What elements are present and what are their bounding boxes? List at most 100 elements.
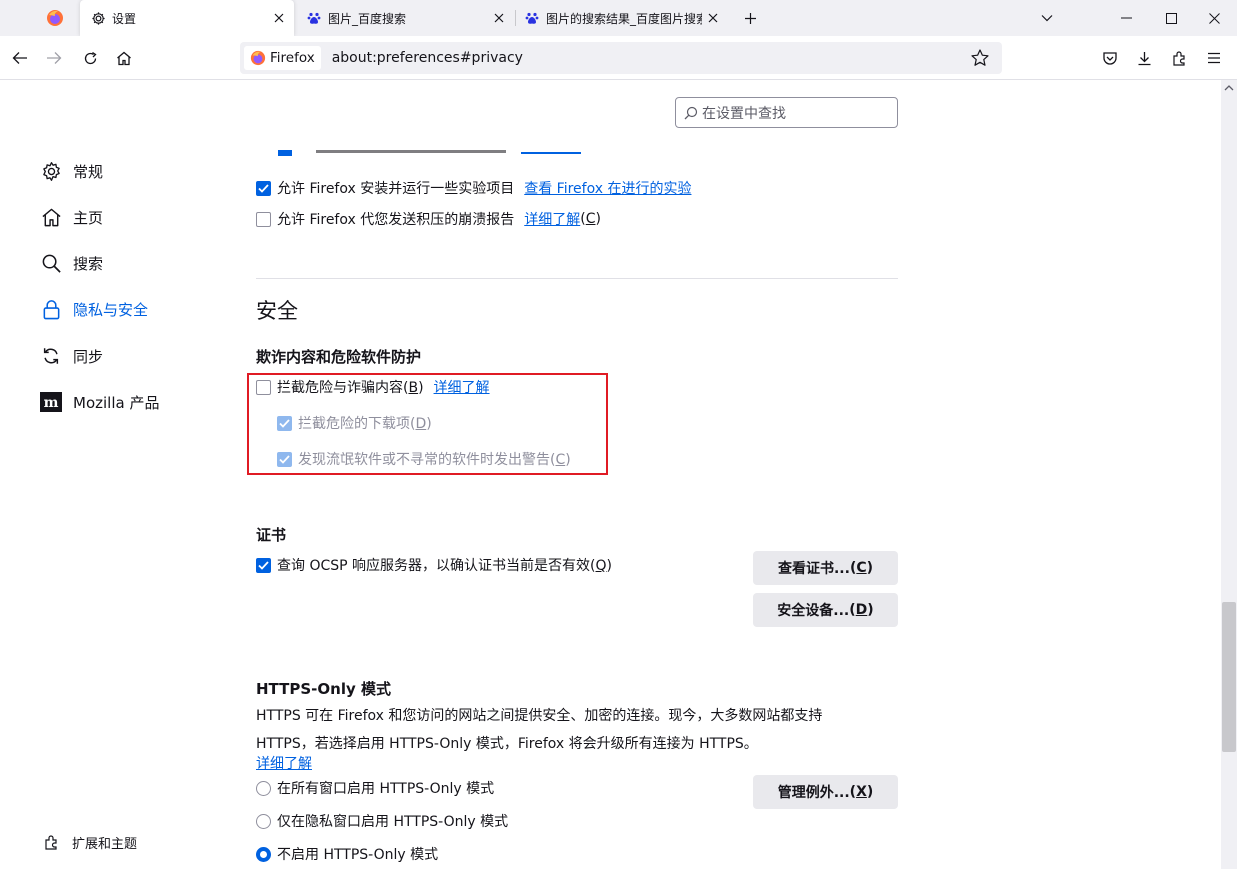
tab-settings[interactable]: 设置 [80,0,294,36]
url-text[interactable]: about:preferences#privacy [332,50,523,66]
extensions-themes-link[interactable]: 扩展和主题 [44,833,137,852]
plus-icon [744,12,756,24]
lock-icon [40,298,62,320]
category-home[interactable]: 主页 [40,202,103,232]
tab-title: 设置 [112,11,137,26]
https-disabled-label[interactable]: 不启用 HTTPS-Only 模式 [277,844,438,864]
search-icon [40,252,62,274]
navigation-toolbar: Firefox about:preferences#privacy [0,36,1237,80]
reload-icon [84,51,97,64]
arrow-right-icon [47,52,62,64]
button-label: 查看证书... [777,561,850,577]
view-certificates-button[interactable]: 查看证书...(C) [753,551,898,585]
category-mozilla-products[interactable]: m Mozilla 产品 [40,387,159,417]
close-icon[interactable] [488,7,510,29]
new-tab-button[interactable] [738,6,762,30]
chevron-down-icon [1041,15,1053,22]
identity-box[interactable]: Firefox [244,46,321,70]
scrolled-row-fragment [256,150,586,158]
studies-row: 允许 Firefox 安装并运行一些实验项目 查看 Firefox 在进行的实验 [256,179,691,197]
close-icon[interactable] [268,7,290,29]
ocsp-row: 查询 OCSP 响应服务器，以确认证书当前是否有效(Q) [256,556,612,574]
minimize-button[interactable] [1103,0,1149,36]
studies-label[interactable]: 允许 Firefox 安装并运行一些实验项目 [277,178,514,198]
arrow-left-icon [12,52,27,64]
home-button[interactable] [110,44,138,72]
back-button[interactable] [6,44,34,72]
firefox-view-button[interactable] [38,4,72,32]
downloads-button[interactable] [1130,44,1158,72]
https-only-learn-more-link[interactable]: 详细了解 [256,753,312,773]
svg-text:m: m [44,395,59,411]
view-studies-link[interactable]: 查看 Firefox 在进行的实验 [524,178,691,198]
close-icon [1208,12,1220,24]
firefox-logo-icon [47,10,63,26]
highlight-annotation-box [247,373,608,475]
crash-reports-learn-more-link[interactable]: 详细了解 [524,209,580,229]
ocsp-checkbox[interactable] [256,557,271,573]
hamburger-menu-icon [1208,52,1220,64]
https-only-description-line1: HTTPS 可在 Firefox 和您访问的网站之间提供安全、加密的连接。现今，… [256,708,823,724]
https-all-windows-label[interactable]: 在所有窗口启用 HTTPS-Only 模式 [277,778,494,798]
crash-reports-checkbox[interactable] [256,211,271,227]
close-window-button[interactable] [1191,0,1237,36]
scroll-up-arrow-icon[interactable] [1224,84,1234,91]
category-label: 同步 [73,347,104,366]
tab-baidu-images[interactable]: 图片的搜索结果_百度图片搜索 [514,0,728,36]
https-private-windows-label[interactable]: 仅在隐私窗口启用 HTTPS-Only 模式 [277,811,508,831]
studies-checkbox[interactable] [256,180,271,196]
https-disabled-row: 不启用 HTTPS-Only 模式 [256,845,438,863]
link-text: 详细了解 [524,212,581,228]
extensions-button[interactable] [1166,44,1194,72]
https-all-windows-row: 在所有窗口启用 HTTPS-Only 模式 [256,779,494,797]
category-label: 搜索 [73,254,104,273]
mozilla-icon: m [40,391,62,413]
tab-baidu-search[interactable]: 图片_百度搜索 [296,0,514,36]
button-label: 管理例外... [777,785,850,801]
https-only-heading: HTTPS-Only 模式 [256,680,391,698]
home-icon [40,206,62,228]
crash-reports-label[interactable]: 允许 Firefox 代您发送积压的崩溃报告 [277,209,514,229]
puzzle-icon [1173,51,1185,66]
security-devices-button[interactable]: 安全设备...(D) [753,593,898,627]
firefox-logo-icon [250,50,266,66]
list-all-tabs-button[interactable] [1024,0,1070,36]
baidu-paw-icon [524,10,540,26]
app-menu-button[interactable] [1200,44,1228,72]
accesskey: C [856,560,867,576]
https-private-windows-radio[interactable] [256,813,271,829]
https-disabled-radio[interactable] [256,846,271,862]
https-all-windows-radio[interactable] [256,780,271,796]
section-divider [256,278,898,279]
home-icon [117,51,131,65]
pocket-icon [1103,51,1117,65]
category-label: 主页 [73,208,104,227]
https-private-windows-row: 仅在隐私窗口启用 HTTPS-Only 模式 [256,812,508,830]
category-sync[interactable]: 同步 [40,341,103,371]
accesskey: X [856,784,867,800]
maximize-button[interactable] [1148,0,1194,36]
certificates-heading: 证书 [256,526,287,544]
accesskey: D [855,602,868,618]
url-bar[interactable]: Firefox about:preferences#privacy [240,42,1002,74]
forward-button[interactable] [40,44,68,72]
category-privacy[interactable]: 隐私与安全 [40,294,148,324]
manage-exceptions-button[interactable]: 管理例外...(X) [753,775,898,809]
puzzle-icon [44,834,62,852]
search-placeholder: 在设置中查找 [702,105,786,122]
search-input[interactable]: 在设置中查找 [675,97,898,128]
category-search[interactable]: 搜索 [40,248,103,278]
sync-icon [40,345,62,367]
accesskey: Q [595,558,607,574]
accesskey: C [585,211,596,227]
scrollbar-thumb[interactable] [1222,602,1236,752]
reload-button[interactable] [76,44,104,72]
pocket-button[interactable] [1096,44,1124,72]
category-general[interactable]: 常规 [40,156,103,186]
bookmark-star-icon[interactable] [970,48,990,68]
close-icon[interactable] [702,7,724,29]
identity-label: Firefox [270,50,315,66]
ocsp-label[interactable]: 查询 OCSP 响应服务器，以确认证书当前是否有效(Q) [277,555,612,575]
category-label: 常规 [73,162,104,181]
security-heading: 安全 [256,299,298,323]
